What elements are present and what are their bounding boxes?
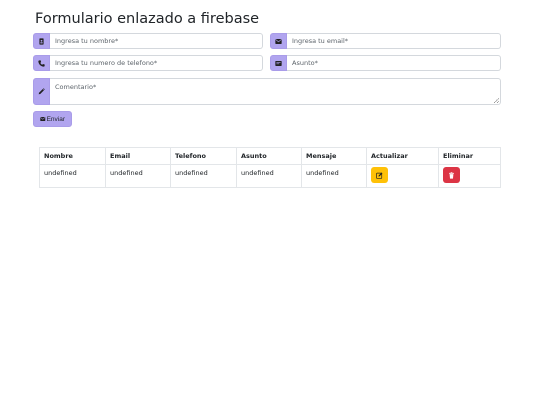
message-icon	[270, 55, 287, 71]
column-header: Eliminar	[438, 147, 501, 165]
comment-placeholder: Comentario*	[55, 83, 97, 91]
cell-subject: undefined	[236, 164, 302, 188]
trash-icon	[449, 171, 454, 179]
table-header-row: Nombre Email Telefono Asunto Mensaje Act…	[39, 147, 501, 165]
send-button[interactable]: Enviar	[33, 111, 72, 127]
table-row: undefined undefined undefined undefined …	[39, 164, 501, 188]
subject-field[interactable]: Asunto*	[270, 55, 501, 71]
phone-icon	[33, 55, 50, 71]
envelope-icon	[270, 33, 287, 49]
comment-textarea[interactable]: Comentario*	[50, 78, 501, 105]
edit-icon	[376, 172, 383, 179]
phone-field[interactable]: Ingresa tu numero de telefono*	[33, 55, 263, 71]
cell-delete	[438, 164, 501, 188]
pencil-icon	[33, 78, 50, 105]
column-header: Email	[105, 147, 171, 165]
subject-input[interactable]: Asunto*	[287, 55, 501, 71]
cell-email: undefined	[105, 164, 171, 188]
email-input[interactable]: Ingresa tu email*	[287, 33, 501, 49]
name-field[interactable]: Ingresa tu nombre*	[33, 33, 263, 49]
id-card-icon	[33, 33, 50, 49]
phone-input[interactable]: Ingresa tu numero de telefono*	[50, 55, 263, 71]
cell-message: undefined	[301, 164, 367, 188]
column-header: Nombre	[39, 147, 106, 165]
records-table: Nombre Email Telefono Asunto Mensaje Act…	[39, 147, 501, 188]
delete-button[interactable]	[443, 167, 460, 183]
column-header: Asunto	[236, 147, 302, 165]
envelope-icon	[40, 117, 46, 121]
page-title: Formulario enlazado a firebase	[35, 10, 260, 27]
column-header: Actualizar	[366, 147, 439, 165]
resize-handle[interactable]	[494, 98, 499, 103]
name-input[interactable]: Ingresa tu nombre*	[50, 33, 263, 49]
cell-update	[366, 164, 439, 188]
cell-name: undefined	[39, 164, 106, 188]
column-header: Telefono	[170, 147, 237, 165]
edit-button[interactable]	[371, 167, 388, 183]
send-button-label: Enviar	[46, 115, 65, 123]
comment-field[interactable]: Comentario*	[33, 78, 501, 105]
email-field[interactable]: Ingresa tu email*	[270, 33, 501, 49]
column-header: Mensaje	[301, 147, 367, 165]
cell-phone: undefined	[170, 164, 237, 188]
